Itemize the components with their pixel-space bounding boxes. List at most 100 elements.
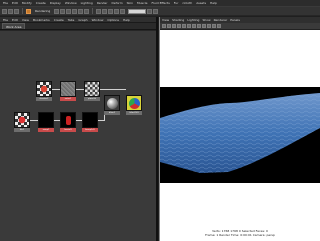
menu-render[interactable]: Render	[97, 1, 108, 5]
node-label: blinn1SG	[126, 111, 142, 115]
node-checker[interactable]: checker1	[36, 81, 52, 101]
menu-window[interactable]: Window	[65, 1, 77, 5]
menu-fluid-effects[interactable]: Fluid Effects	[151, 1, 169, 5]
textured-icon[interactable]	[192, 24, 196, 28]
image-plane-icon[interactable]	[172, 24, 176, 28]
viewport-canvas[interactable]: Verts: 1768 1768 0 Selected Faces: 0 Fra…	[160, 30, 320, 241]
viewport-menu-panels[interactable]: Panels	[230, 18, 240, 22]
tab-work-area[interactable]: Work Area	[2, 23, 26, 29]
hypershade-menu-window[interactable]: Window	[92, 18, 104, 22]
menu-set-label[interactable]: Rendering	[35, 9, 50, 13]
hypershade-menu-options[interactable]: Options	[107, 18, 119, 22]
hypershade-menu-edit[interactable]: Edit	[12, 18, 18, 22]
paint-select-icon[interactable]	[66, 8, 72, 14]
xray-icon[interactable]	[207, 24, 211, 28]
viewport-menu-lighting[interactable]: Lighting	[187, 18, 199, 22]
menu-help[interactable]: Help	[210, 1, 217, 5]
snap-curve-icon[interactable]	[102, 8, 108, 14]
menu-file[interactable]: File	[3, 1, 8, 5]
shadows-icon[interactable]	[202, 24, 206, 28]
node-label: checker1	[36, 97, 52, 101]
menu-muscle[interactable]: Muscle	[137, 1, 147, 5]
menu-skin[interactable]: Skin	[127, 1, 133, 5]
grid-toggle-icon[interactable]	[177, 24, 181, 28]
hypershade-menu-file[interactable]: File	[3, 18, 8, 22]
viewport-menu-renderer[interactable]: Renderer	[214, 18, 228, 22]
sphere-swatch-icon	[104, 95, 120, 111]
input-field[interactable]	[128, 8, 147, 14]
channel-box-icon[interactable]	[153, 8, 159, 14]
open-scene-icon[interactable]	[8, 8, 13, 14]
menu-modify[interactable]: Modify	[22, 1, 32, 5]
menu-set-icon[interactable]	[26, 8, 31, 14]
node-label: bump2d1	[82, 128, 98, 132]
save-scene-icon[interactable]	[14, 8, 19, 14]
toolbar-divider	[22, 8, 23, 14]
menu-create[interactable]: Create	[36, 1, 46, 5]
move-tool-icon[interactable]	[72, 8, 78, 14]
hypershade-tabbar: Work Area	[0, 23, 156, 30]
lighting-icon[interactable]	[197, 24, 201, 28]
camera-icon[interactable]	[162, 24, 166, 28]
menu-assets[interactable]: Assets	[196, 1, 206, 5]
node-graph[interactable]: checker1 noise1 place2d blinn1 blinn1SG …	[0, 31, 156, 241]
fractal-swatch-icon	[60, 112, 76, 128]
node-ramp[interactable]: ramp1	[38, 112, 54, 132]
node-bump[interactable]: bump2d1	[82, 112, 98, 132]
hypershade-menu-create[interactable]: Create	[54, 18, 64, 22]
node-label: file1	[14, 128, 30, 132]
viewport-toolbar	[160, 23, 320, 30]
node-shading-group[interactable]: blinn1SG	[126, 95, 142, 115]
node-blinn[interactable]: blinn1	[104, 95, 120, 115]
scale-tool-icon[interactable]	[84, 8, 90, 14]
connection-line	[30, 120, 38, 121]
viewport-menu-shading[interactable]: Shading	[172, 18, 184, 22]
hypershade-menu-help[interactable]: Help	[123, 18, 130, 22]
menu-fur[interactable]: Fur	[174, 1, 179, 5]
shading-group-icon	[126, 95, 142, 111]
node-file[interactable]: file1	[14, 112, 30, 132]
node-label: noise1	[60, 97, 76, 101]
hypershade-menu-view[interactable]: View	[22, 18, 29, 22]
node-fractal[interactable]: fractal1	[60, 112, 76, 132]
app-menubar: File Edit Modify Create Display Window Lightin…	[0, 0, 320, 7]
hypershade-menu-tabs[interactable]: Tabs	[68, 18, 75, 22]
bookmark-icon[interactable]	[167, 24, 171, 28]
viewport-menu-show[interactable]: Show	[202, 18, 210, 22]
node-label: fractal1	[60, 128, 76, 132]
isolate-select-icon[interactable]	[212, 24, 216, 28]
smooth-shade-icon[interactable]	[187, 24, 191, 28]
select-tool-icon[interactable]	[54, 8, 60, 14]
render-icon[interactable]	[114, 8, 120, 14]
menu-display[interactable]: Display	[50, 1, 61, 5]
node-noise[interactable]: noise1	[60, 81, 76, 101]
menu-edit[interactable]: Edit	[12, 1, 18, 5]
resolution-gate-icon[interactable]	[217, 24, 221, 28]
file-swatch-icon	[14, 112, 30, 128]
grid-swatch-icon	[84, 81, 100, 97]
node-label: place2d	[84, 97, 100, 101]
wireframe-icon[interactable]	[182, 24, 186, 28]
ipr-render-icon[interactable]	[120, 8, 126, 14]
new-scene-icon[interactable]	[2, 8, 7, 14]
menu-lighting[interactable]: Lighting	[81, 1, 93, 5]
main-toolbar: Rendering	[0, 7, 320, 16]
node-place2d[interactable]: place2d	[84, 81, 100, 101]
lasso-tool-icon[interactable]	[60, 8, 66, 14]
hypershade-menu-graph[interactable]: Graph	[78, 18, 87, 22]
hud-line-2: Frame: 1 Render Time: 0:00:01 Camera: pe…	[205, 233, 275, 237]
ramp-swatch-icon	[38, 112, 54, 128]
ocean-render	[160, 87, 320, 183]
viewport-panel: View Shading Lighting Show Renderer Panels	[159, 17, 320, 241]
hypershade-panel: File Edit View Bookmarks Create Tabs Graph Wind…	[0, 17, 158, 241]
bump-swatch-icon	[82, 112, 98, 128]
hypershade-menu-bookmarks[interactable]: Bookmarks	[33, 18, 50, 22]
menu-ncloth[interactable]: nCloth	[183, 1, 193, 5]
connection-line	[100, 89, 126, 90]
snap-point-icon[interactable]	[108, 8, 114, 14]
menu-deform[interactable]: Deform	[112, 1, 123, 5]
attribute-editor-icon[interactable]	[147, 8, 153, 14]
viewport-menu-view[interactable]: View	[162, 18, 169, 22]
rotate-tool-icon[interactable]	[78, 8, 84, 14]
snap-grid-icon[interactable]	[96, 8, 102, 14]
